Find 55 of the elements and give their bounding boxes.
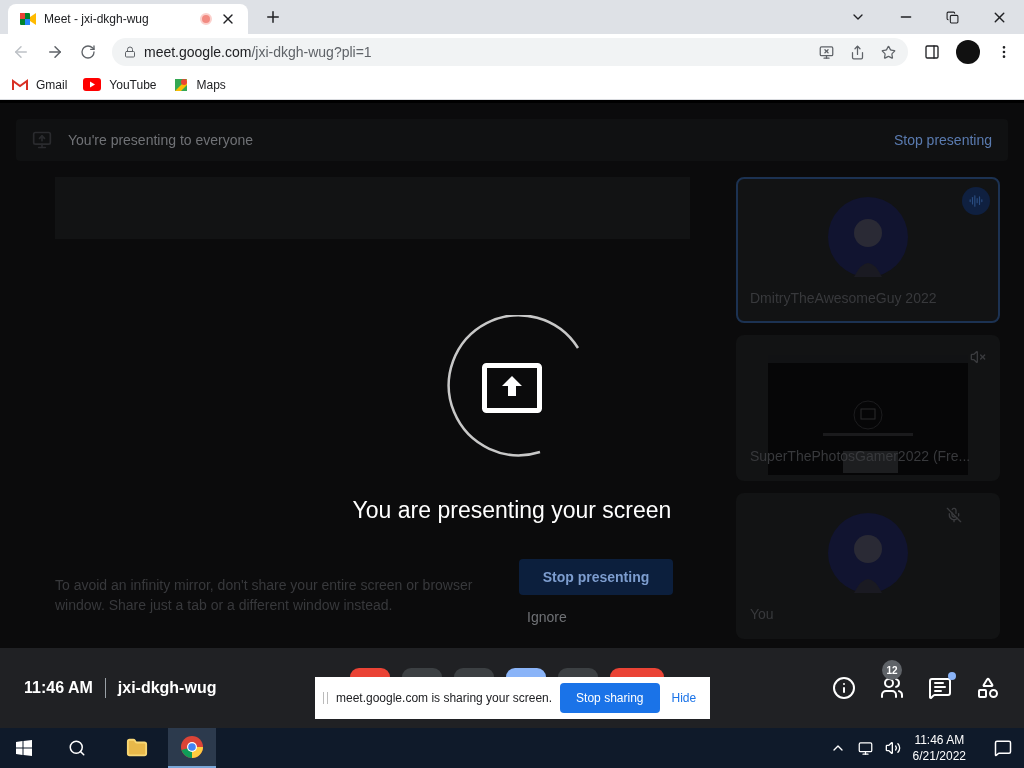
clock-date: 6/21/2022: [912, 748, 966, 764]
map-pin-icon: [172, 76, 189, 93]
activities-icon[interactable]: [976, 676, 1000, 700]
folder-icon[interactable]: [126, 737, 148, 759]
restore-icon[interactable]: [946, 10, 959, 24]
present-screen-icon: [482, 363, 542, 413]
star-icon[interactable]: [881, 44, 896, 60]
speaker-off-icon: [970, 349, 986, 365]
profile-avatar[interactable]: [956, 40, 980, 64]
bookmark-link[interactable]: Maps: [196, 75, 226, 94]
presenting-message: You are presenting your screen: [352, 496, 672, 525]
search-icon[interactable]: [68, 739, 86, 757]
clock-time: 11:46 AM: [914, 732, 965, 748]
side-panel-icon[interactable]: [924, 44, 940, 60]
banner-text: You're presenting to everyone: [68, 130, 254, 150]
lock-icon: [124, 46, 136, 58]
new-tab-icon[interactable]: [264, 8, 282, 26]
leave-call-button[interactable]: [610, 668, 664, 677]
meeting-code: jxi-dkgh-wug: [117, 678, 217, 698]
notifications-icon[interactable]: [994, 739, 1012, 757]
reload-icon[interactable]: [80, 44, 96, 60]
people-icon[interactable]: [880, 676, 904, 700]
forward-icon[interactable]: [46, 43, 64, 61]
browser-logo-icon: [180, 735, 204, 759]
url-text: meet.google.com/jxi-dkgh-wug?pli=1: [144, 42, 372, 62]
people-count-badge: 12: [882, 660, 902, 680]
volume-icon[interactable]: [884, 740, 901, 756]
tab-title: Meet - jxi-dkgh-wug: [44, 11, 150, 28]
chat-icon[interactable]: [928, 676, 952, 700]
windows-icon[interactable]: [16, 740, 32, 756]
taskbar-app[interactable]: [168, 728, 216, 768]
bookmark-link[interactable]: YouTube: [109, 75, 157, 94]
stop-presenting-button[interactable]: Stop presenting: [519, 559, 673, 595]
present-icon: [32, 130, 52, 150]
present-button[interactable]: [506, 668, 546, 677]
mail-icon: [12, 78, 28, 91]
play-icon: [83, 78, 102, 91]
drag-handle-icon[interactable]: [323, 692, 328, 704]
share-icon[interactable]: [850, 44, 865, 60]
ignore-link[interactable]: Ignore: [519, 607, 673, 628]
network-icon[interactable]: [857, 740, 873, 756]
sharing-text: meet.google.com is sharing your screen.: [336, 690, 553, 707]
hide-link[interactable]: Hide: [667, 689, 701, 707]
mic-off-icon: [946, 507, 962, 523]
browser-tab[interactable]: Meet - jxi-dkgh-wug: [8, 4, 248, 34]
address-bar[interactable]: meet.google.com/jxi-dkgh-wug?pli=1: [112, 38, 908, 66]
camera-icon: [20, 12, 36, 26]
info-icon[interactable]: [832, 676, 856, 700]
mic-button[interactable]: [350, 668, 390, 677]
recording-icon: [200, 13, 212, 25]
bookmark-link[interactable]: Gmail: [36, 75, 68, 94]
stop-sharing-button[interactable]: Stop sharing: [560, 683, 660, 713]
stop-presenting-link[interactable]: Stop presenting: [893, 129, 992, 151]
speaking-icon: [962, 187, 990, 215]
meeting-time: 11:46 AM: [24, 678, 93, 698]
